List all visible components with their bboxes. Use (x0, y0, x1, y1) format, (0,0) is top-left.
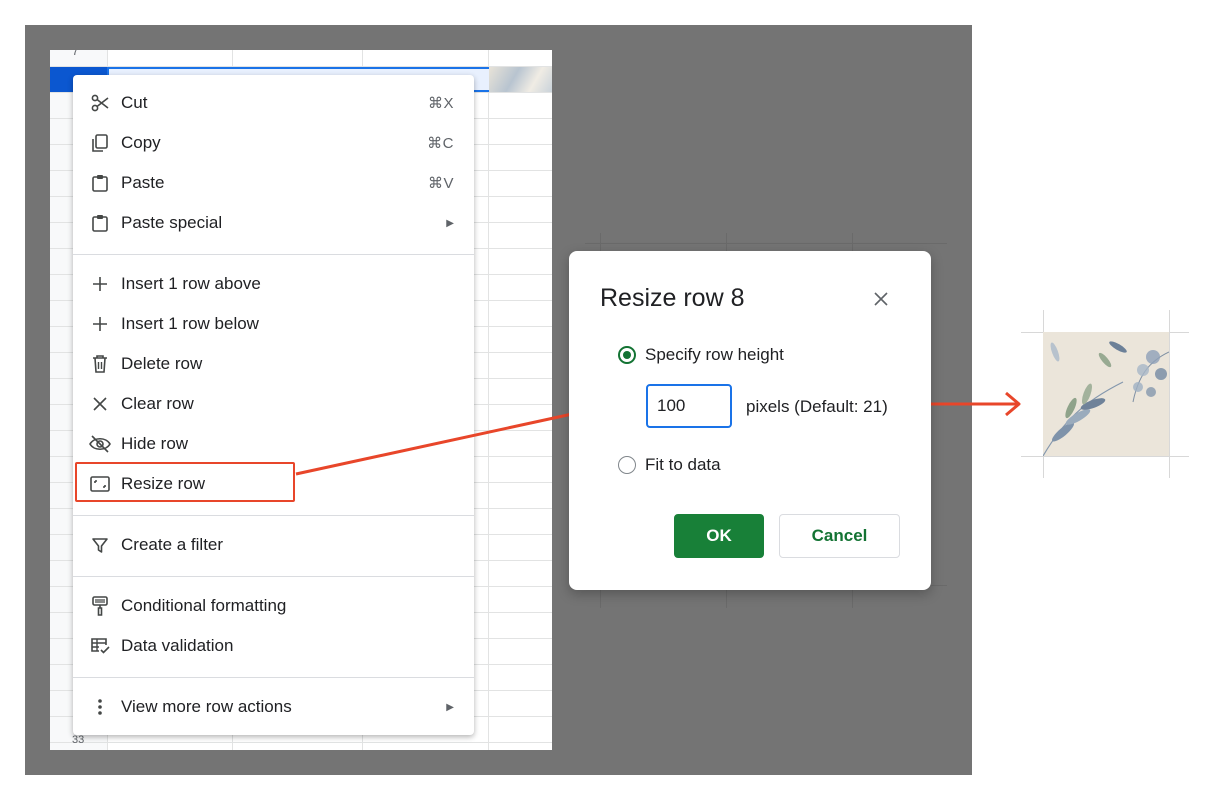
radio-fit-to-data[interactable] (618, 456, 636, 474)
row-height-input[interactable] (646, 384, 732, 428)
resized-cell-image (1043, 332, 1169, 456)
dialog-title: Resize row 8 (600, 284, 745, 312)
ok-button[interactable]: OK (674, 514, 764, 558)
pixels-default-hint: pixels (Default: 21) (746, 397, 888, 416)
radio-label-specify: Specify row height (645, 345, 784, 364)
cancel-button[interactable]: Cancel (779, 514, 900, 558)
preview-gridline (1021, 456, 1189, 457)
close-icon[interactable] (869, 287, 893, 311)
radio-label-fit: Fit to data (645, 455, 721, 474)
annotation-arrow-to-dialog (295, 404, 610, 476)
preview-gridline (1169, 310, 1170, 478)
radio-specify-row-height[interactable] (618, 346, 636, 364)
resize-row-dialog: Resize row 8 Specify row height pixels (… (569, 251, 931, 590)
